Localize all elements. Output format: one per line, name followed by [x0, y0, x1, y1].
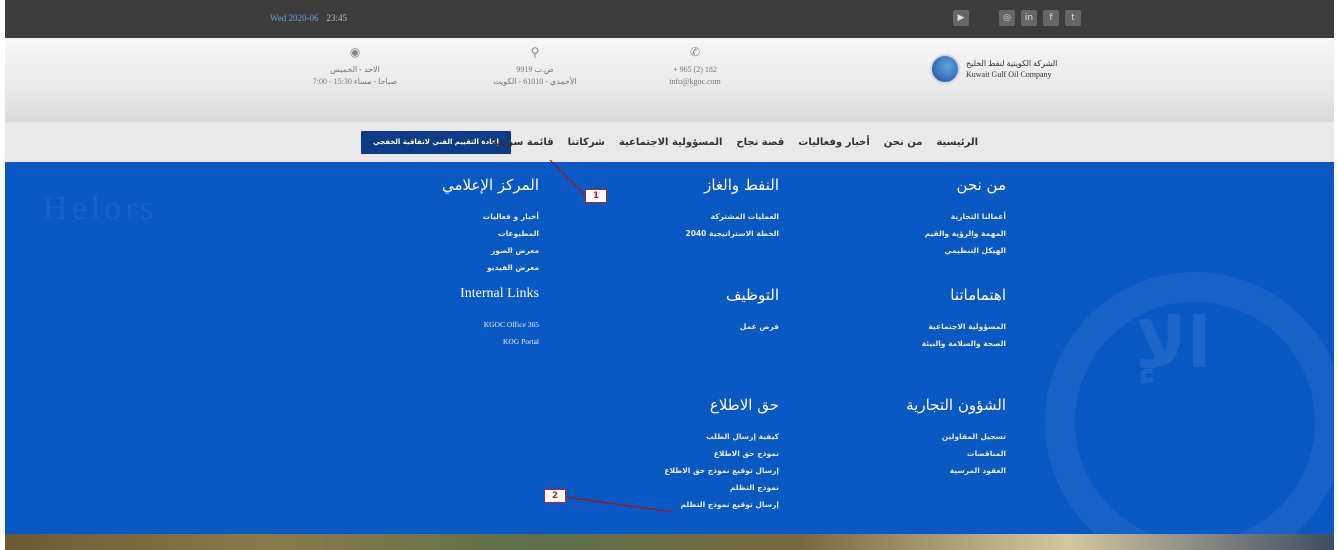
menu-col-oil-gas: النفط والغاز العمليات المشتركة الخطة الا…	[686, 176, 779, 242]
browser-page: Wed 2020-06 23:45 ▶ ◎ in f t ◉ الاحد - ال…	[5, 0, 1334, 550]
menu-link[interactable]: العقود المرسية	[906, 462, 1006, 479]
nav-item-social-responsibility[interactable]: المسؤولية الاجتماعية	[619, 137, 723, 148]
working-hours: ◉ الاحد - الخميس 7:00 - 15:30 صباحا - مس…	[295, 46, 415, 88]
menu-heading-oil-gas[interactable]: النفط والغاز	[686, 176, 779, 194]
menu-link[interactable]: العمليات المشتركة	[686, 208, 779, 225]
hours-times: 7:00 - 15:30 صباحا - مساء	[312, 77, 398, 86]
contact-phone: + 965 (2) 182	[673, 65, 717, 74]
nav-item-news[interactable]: أخبار وفعاليات	[798, 137, 870, 148]
logo-arabic-name: الشركة الكويتية لنفط الخليج	[966, 59, 1058, 68]
menu-link[interactable]: إرسال توقيع نموذج التظلم	[664, 496, 779, 513]
logo-english-name: Kuwait Gulf Oil Company	[966, 70, 1052, 79]
menu-link[interactable]: كيفية إرسال الطلب	[664, 428, 779, 445]
hours-days: الاحد - الخميس	[330, 65, 380, 74]
date-text: Wed 2020-06	[270, 13, 319, 23]
nav-item-companies[interactable]: شركاتنا	[568, 137, 605, 148]
menu-link[interactable]: الهيكل التنظيمي	[925, 242, 1006, 259]
menu-heading-right-to-information[interactable]: حق الاطلاع	[664, 396, 779, 414]
main-navigation: إعادة التقييم الفني لاتفاقية الخفجي الرئ…	[5, 122, 1334, 162]
menu-col-commercial-affairs: الشؤون التجارية تسجيل المقاولين المناقصا…	[906, 396, 1006, 479]
quick-menu-dropdown: Helors الإ من نحن أعمالنا التجارية المهم…	[5, 162, 1334, 534]
menu-link[interactable]: معرض الصور	[442, 242, 539, 259]
address-pobox: ص.ب 9919	[516, 65, 554, 74]
facebook-icon[interactable]: f	[1043, 10, 1059, 26]
menu-heading-about[interactable]: من نحن	[925, 176, 1007, 194]
nav-item-quick-menu[interactable]: قائمة سريعة	[492, 137, 554, 148]
watermark-text: Helors	[43, 190, 158, 227]
menu-link[interactable]: KGOC Office 365	[460, 316, 539, 333]
menu-link[interactable]: KOG Portal	[460, 333, 539, 350]
menu-link[interactable]: المهمة والرؤية والقيم	[925, 225, 1006, 242]
menu-link[interactable]: أعمالنا التجارية	[925, 208, 1006, 225]
menu-col-right-to-information: حق الاطلاع كيفية إرسال الطلب نموذج حق ال…	[664, 396, 779, 513]
nav-item-success-story[interactable]: قصة نجاح	[736, 137, 784, 148]
menu-col-media-center: المركز الإعلامي أخبار و فعاليات المطبوعا…	[442, 176, 539, 276]
menu-col-internal-links: Internal Links KGOC Office 365 KOG Porta…	[460, 286, 539, 350]
menu-heading-internal-links[interactable]: Internal Links	[460, 286, 539, 302]
logo-emblem-icon	[930, 54, 960, 84]
contact-info: ✆ + 965 (2) 182 info@kgoc.com	[635, 46, 755, 88]
top-bar: Wed 2020-06 23:45 ▶ ◎ in f t	[5, 0, 1334, 38]
social-links: ▶ ◎ in f t	[953, 10, 1081, 26]
menu-heading-media-center[interactable]: المركز الإعلامي	[442, 176, 539, 194]
menu-col-about: من نحن أعمالنا التجارية المهمة والرؤية و…	[925, 176, 1006, 259]
nav-menu: الرئيسية من نحن أخبار وفعاليات قصة نجاح …	[492, 122, 978, 162]
menu-link[interactable]: أخبار و فعاليات	[442, 208, 539, 225]
menu-link[interactable]: إرسال توقيع نموذج حق الاطلاع	[664, 462, 779, 479]
time-text: 23:45	[326, 13, 348, 23]
callout-marker-1: 1	[585, 189, 607, 203]
nav-item-about[interactable]: من نحن	[884, 137, 923, 148]
watermark-arabic: الإ	[1135, 302, 1212, 384]
nav-item-home[interactable]: الرئيسية	[936, 137, 978, 148]
company-logo[interactable]: الشركة الكويتية لنفط الخليج Kuwait Gulf …	[930, 54, 1057, 84]
menu-col-careers: التوظيف فرص عمل	[726, 286, 779, 335]
menu-link[interactable]: نموذج حق الاطلاع	[664, 445, 779, 462]
menu-col-interests: اهتماماتنا المسؤولية الاجتماعية الصحة وا…	[922, 286, 1006, 352]
menu-link[interactable]: فرص عمل	[726, 318, 779, 335]
footer-photo-strip	[5, 534, 1334, 550]
menu-link[interactable]: الصحة والسلامة والبيئة	[922, 335, 1006, 352]
twitter-icon[interactable]: t	[1065, 10, 1081, 26]
menu-link[interactable]: تسجيل المقاولين	[906, 428, 1006, 445]
menu-heading-careers[interactable]: التوظيف	[726, 286, 779, 304]
linkedin-icon[interactable]: in	[1021, 10, 1037, 26]
menu-heading-commercial-affairs[interactable]: الشؤون التجارية	[906, 396, 1006, 414]
menu-link[interactable]: المطبوعات	[442, 225, 539, 242]
callout-marker-2: 2	[544, 489, 566, 503]
menu-link[interactable]: المسؤولية الاجتماعية	[922, 318, 1006, 335]
address-info: ⚲ ص.ب 9919 الأحمدي - 61010 - الكويت	[475, 46, 595, 88]
datetime-display: Wed 2020-06 23:45	[270, 13, 347, 23]
address-city: الأحمدي - 61010 - الكويت	[493, 77, 577, 86]
contact-email[interactable]: info@kgoc.com	[635, 76, 755, 88]
menu-link[interactable]: الخطة الاستراتيجية 2040	[686, 225, 779, 242]
menu-link[interactable]: المناقصات	[906, 445, 1006, 462]
site-header: ◉ الاحد - الخميس 7:00 - 15:30 صباحا - مس…	[5, 38, 1334, 122]
menu-link[interactable]: معرض الفيديو	[442, 259, 539, 276]
youtube-icon[interactable]: ▶	[953, 10, 969, 26]
instagram-icon[interactable]: ◎	[999, 10, 1015, 26]
khafji-evaluation-button[interactable]: إعادة التقييم الفني لاتفاقية الخفجي	[361, 131, 511, 154]
menu-heading-interests[interactable]: اهتماماتنا	[922, 286, 1006, 304]
menu-link[interactable]: نموذج التظلم	[664, 479, 779, 496]
phone-icon: ✆	[689, 45, 701, 59]
location-pin-icon: ⚲	[530, 45, 540, 59]
clock-icon: ◉	[349, 45, 361, 59]
